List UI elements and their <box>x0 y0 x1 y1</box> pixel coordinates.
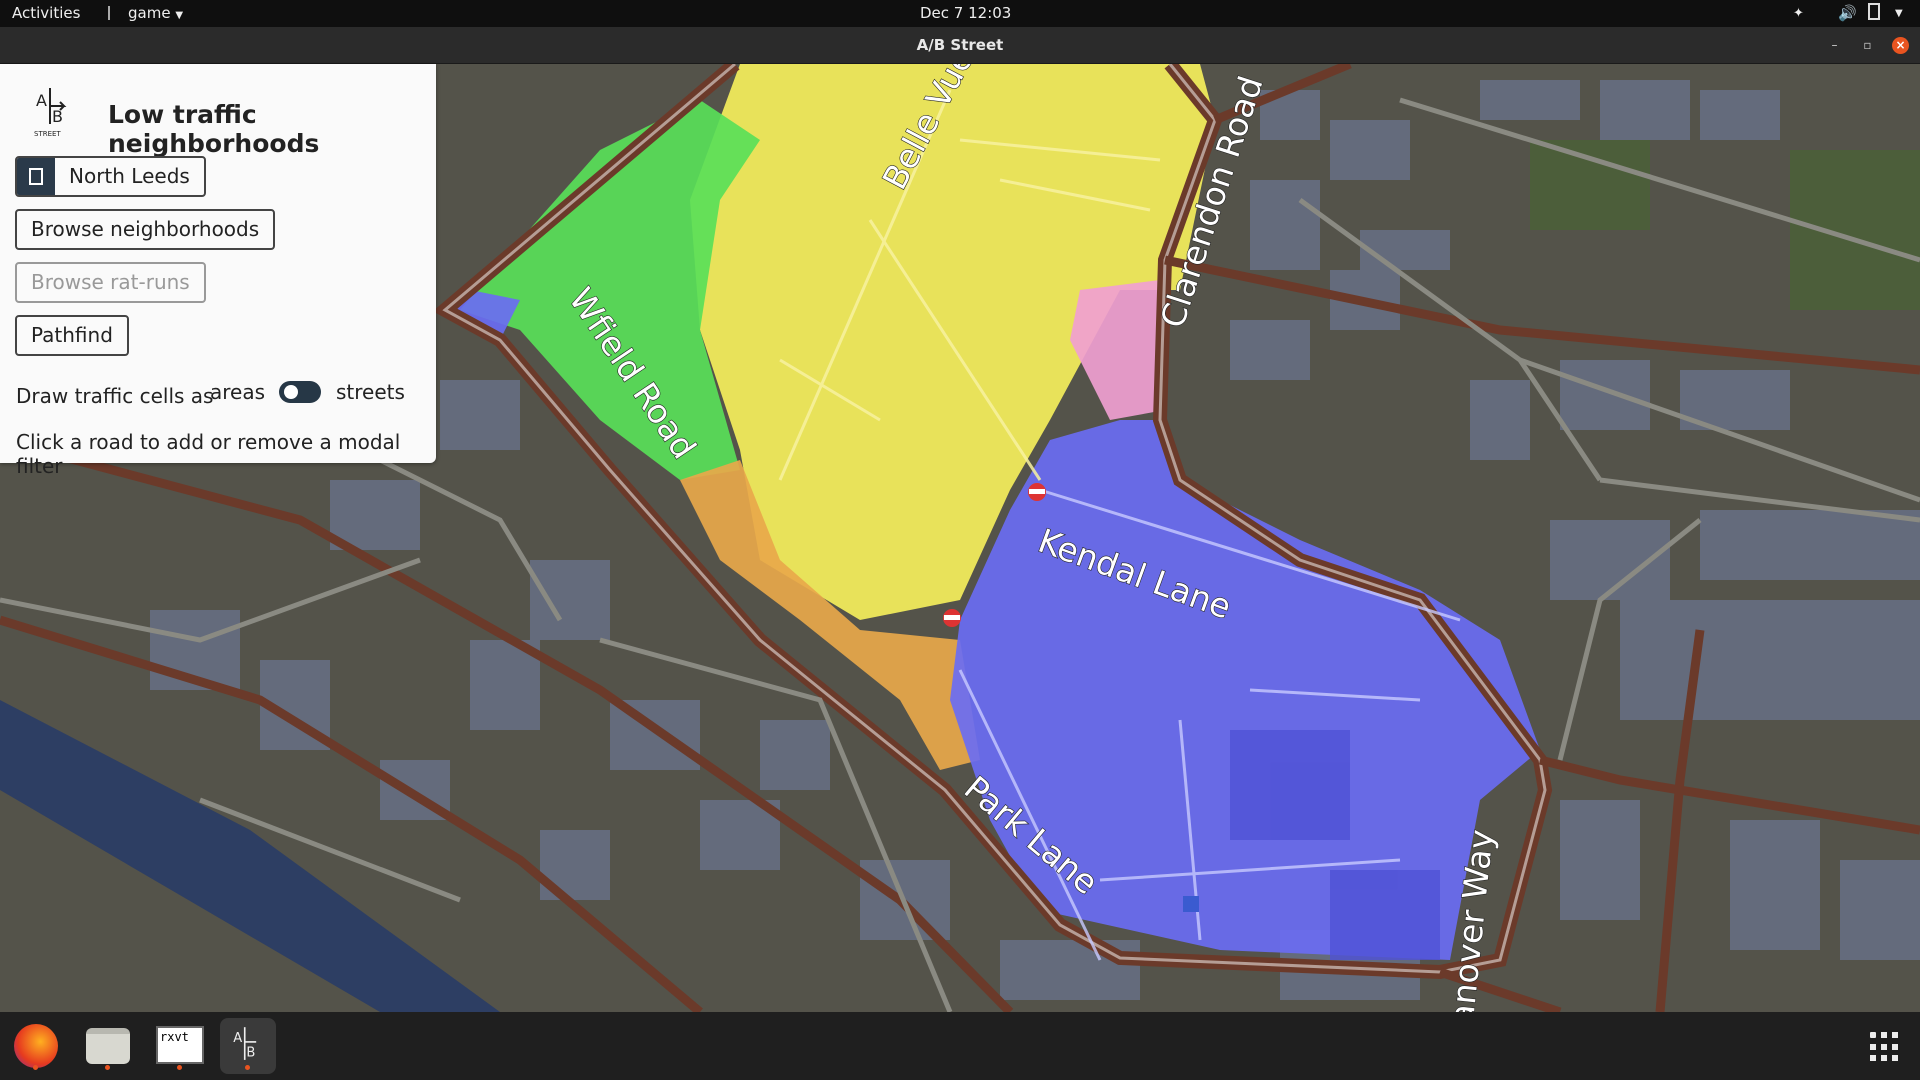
abstreet-icon[interactable]: A B <box>220 1018 276 1074</box>
svg-text:A: A <box>36 91 47 110</box>
window-title: A/B Street <box>916 36 1004 54</box>
svg-text:STREET: STREET <box>34 130 61 138</box>
dropbox-icon[interactable]: ✦ <box>1793 0 1804 27</box>
browse-rat-runs-button[interactable]: Browse rat-runs <box>15 262 206 303</box>
rxvt-label: rxvt <box>160 1030 189 1044</box>
draw-cells-label: Draw traffic cells as <box>16 384 214 408</box>
app-menu-icon <box>108 6 120 20</box>
park-area <box>1530 140 1650 230</box>
clock[interactable]: Dec 7 12:03 <box>920 0 1011 27</box>
svg-text:A: A <box>233 1031 242 1046</box>
volume-icon[interactable]: 🔊 <box>1838 0 1857 27</box>
close-icon[interactable]: × <box>1892 37 1909 54</box>
app-menu-label: game <box>128 4 171 22</box>
control-panel: A B STREET Low traffic neighborhoods Nor… <box>0 64 436 478</box>
files-icon[interactable] <box>80 1018 136 1074</box>
panel-title: Low traffic neighborhoods <box>108 100 320 158</box>
toggle-knob <box>284 385 298 399</box>
hint-text: Click a road to add or remove a modal fi… <box>16 430 401 478</box>
rxvt-icon[interactable]: rxvt <box>152 1018 208 1074</box>
region-button-label: North Leeds <box>69 164 190 188</box>
modal-filter-icon[interactable] <box>943 609 961 627</box>
map-icon <box>17 158 55 195</box>
firefox-icon[interactable] <box>8 1018 64 1074</box>
modal-filter-icon[interactable] <box>1028 483 1046 501</box>
top-bar: Activities game ▼ Dec 7 12:03 ✦ 🔊 ▼ <box>0 0 1920 27</box>
region-button[interactable]: North Leeds <box>15 156 206 197</box>
dock: rxvt A B <box>0 1012 1920 1080</box>
park-area <box>1790 150 1920 310</box>
minimize-icon[interactable]: – <box>1826 37 1843 54</box>
battery-icon[interactable] <box>1868 0 1880 27</box>
app-menu[interactable]: game ▼ <box>108 0 183 27</box>
abstreet-logo-icon: A B STREET <box>34 88 67 138</box>
toggle-right-label: streets <box>336 380 405 404</box>
system-menu-chevron-icon[interactable]: ▼ <box>1895 0 1903 27</box>
activities-button[interactable]: Activities <box>12 0 80 27</box>
draw-cells-toggle[interactable] <box>279 381 321 403</box>
parking-icon <box>1183 896 1199 912</box>
svg-text:B: B <box>246 1046 255 1061</box>
maximize-icon[interactable]: ▫ <box>1859 37 1876 54</box>
pathfind-button[interactable]: Pathfind <box>15 315 129 356</box>
window-title-bar: A/B Street – ▫ × <box>0 27 1920 64</box>
app-grid-icon[interactable] <box>1870 1032 1900 1062</box>
svg-text:B: B <box>52 107 63 126</box>
toggle-left-label: areas <box>210 380 266 404</box>
browse-neighborhoods-button[interactable]: Browse neighborhoods <box>15 209 276 250</box>
chevron-down-icon: ▼ <box>175 10 184 21</box>
